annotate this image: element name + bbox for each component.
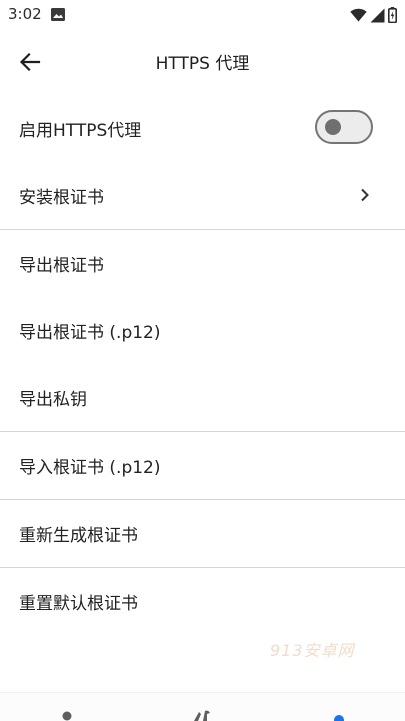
export-private-key-row[interactable]: 导出私钥	[0, 364, 405, 431]
regenerate-root-cert-label: 重新生成根证书	[19, 526, 138, 546]
battery-icon	[388, 7, 397, 23]
export-root-cert-p12-row[interactable]: 导出根证书 (.p12)	[0, 297, 405, 364]
export-root-cert-p12-label: 导出根证书 (.p12)	[19, 323, 161, 343]
install-root-cert-label: 安装根证书	[19, 188, 104, 208]
status-icons	[350, 6, 397, 24]
app-bar: HTTPS 代理	[0, 30, 405, 94]
chevron-right-icon	[361, 188, 369, 202]
enable-https-proxy-label: 启用HTTPS代理	[19, 121, 142, 141]
enable-https-proxy-row[interactable]: 启用HTTPS代理	[0, 95, 405, 162]
toggle-knob	[325, 119, 341, 135]
reset-default-root-cert-row[interactable]: 重置默认根证书	[0, 568, 405, 635]
status-bar: 3:02	[0, 0, 405, 30]
import-root-cert-p12-row[interactable]: 导入根证书 (.p12)	[0, 432, 405, 499]
page-title: HTTPS 代理	[155, 54, 250, 74]
signal-icon	[370, 8, 385, 22]
regenerate-root-cert-row[interactable]: 重新生成根证书	[0, 500, 405, 567]
install-root-cert-row[interactable]: 安装根证书	[0, 162, 405, 229]
enable-https-proxy-toggle[interactable]	[315, 110, 373, 144]
wifi-icon	[350, 8, 367, 22]
image-icon	[51, 8, 65, 21]
export-root-cert-label: 导出根证书	[19, 256, 104, 276]
bottom-nav	[0, 692, 405, 721]
watermark: 913安卓网	[270, 641, 355, 660]
export-private-key-label: 导出私钥	[19, 390, 87, 410]
import-root-cert-p12-label: 导入根证书 (.p12)	[19, 458, 161, 478]
export-root-cert-row[interactable]: 导出根证书	[0, 230, 405, 297]
reset-default-root-cert-label: 重置默认根证书	[19, 594, 138, 614]
status-time: 3:02	[8, 5, 42, 23]
settings-list: 启用HTTPS代理 安装根证书 导出根证书 导出根证书 (.p12) 导出私钥 …	[0, 95, 405, 635]
tools-icon[interactable]	[190, 709, 216, 721]
